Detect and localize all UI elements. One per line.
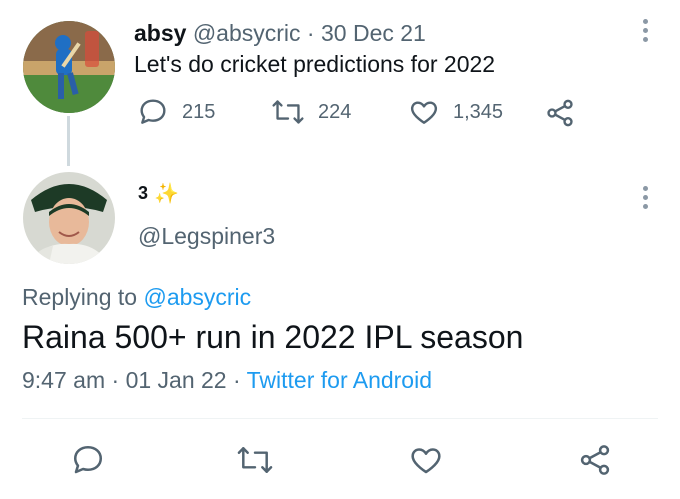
- retweet-button[interactable]: 224: [271, 96, 351, 128]
- tweet2-display-name[interactable]: 3 ✨: [138, 183, 179, 204]
- sparkles-icon: ✨: [154, 182, 179, 205]
- tweet1-header: absy @absycric · 30 Dec 21: [134, 19, 426, 47]
- reply-count: 215: [182, 100, 216, 123]
- tweet2-text: Raina 500+ run in 2022 IPL season: [22, 319, 524, 355]
- retweet-button[interactable]: [236, 442, 273, 478]
- avatar-legspiner3[interactable]: [23, 172, 115, 264]
- reply-icon: [70, 442, 106, 478]
- share-icon: [577, 442, 613, 478]
- like-icon: [408, 96, 440, 128]
- tweet1-text: Let's do cricket predictions for 2022: [134, 51, 496, 77]
- replying-prefix: Replying to: [22, 284, 138, 310]
- separator: ·: [306, 20, 315, 46]
- reply-icon: [137, 96, 169, 128]
- handle[interactable]: @absycric: [193, 20, 301, 46]
- tweet2-handle[interactable]: @Legspiner3: [138, 223, 275, 250]
- retweet-icon: [236, 442, 273, 478]
- share-button[interactable]: [544, 97, 576, 129]
- separator: ·: [111, 367, 120, 393]
- separator: ·: [232, 367, 241, 393]
- reply-button[interactable]: 215: [137, 96, 215, 128]
- tweet-date[interactable]: 01 Jan 22: [126, 367, 227, 393]
- divider: [22, 418, 658, 419]
- tweet-source[interactable]: Twitter for Android: [247, 367, 432, 393]
- like-icon: [408, 442, 444, 478]
- like-button[interactable]: [408, 442, 444, 478]
- display-name[interactable]: absy: [134, 20, 186, 46]
- more-icon[interactable]: [640, 186, 650, 214]
- share-icon: [544, 97, 576, 129]
- tweet-date[interactable]: 30 Dec 21: [321, 20, 426, 46]
- thread-line: [67, 116, 70, 166]
- more-icon[interactable]: [640, 19, 650, 47]
- like-count: 1,345: [453, 100, 504, 123]
- share-button[interactable]: [577, 442, 613, 478]
- reply-button[interactable]: [70, 442, 106, 478]
- tweet2-meta: 9:47 am · 01 Jan 22 · Twitter for Androi…: [22, 367, 432, 394]
- retweet-count: 224: [318, 100, 352, 123]
- avatar-absy[interactable]: [23, 21, 115, 113]
- replying-to: Replying to @absycric: [22, 284, 251, 311]
- like-button[interactable]: 1,345: [408, 96, 503, 128]
- replying-mention[interactable]: @absycric: [143, 284, 251, 310]
- tweet-time[interactable]: 9:47 am: [22, 367, 105, 393]
- retweet-icon: [271, 96, 305, 128]
- display-name: 3: [138, 183, 149, 203]
